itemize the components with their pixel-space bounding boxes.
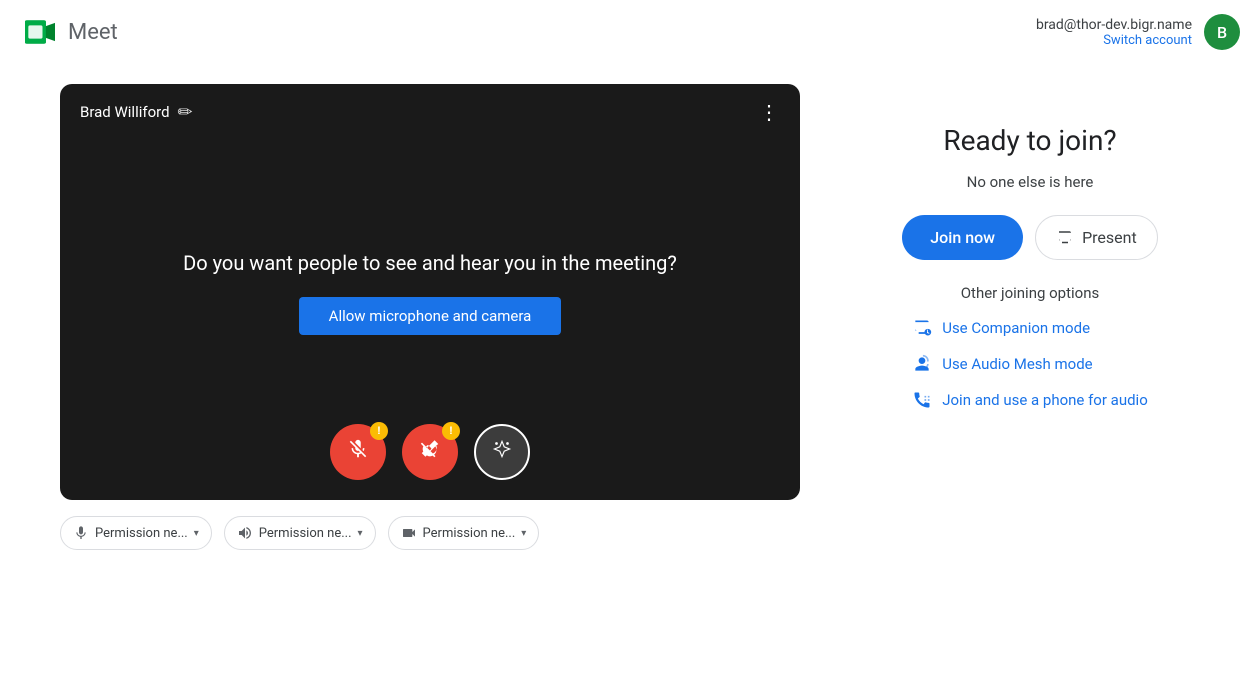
speaker-chevron-icon: ▾ bbox=[358, 528, 363, 539]
companion-mode-label: Use Companion mode bbox=[942, 319, 1090, 337]
phone-audio-icon bbox=[912, 390, 932, 410]
phone-audio-link[interactable]: Join and use a phone for audio bbox=[912, 390, 1148, 410]
speaker-permission-dropdown[interactable]: Permission ne... ▾ bbox=[224, 516, 376, 550]
companion-mode-link[interactable]: Use Companion mode bbox=[912, 318, 1090, 338]
join-row: Join now Present bbox=[902, 215, 1157, 260]
logo: Meet bbox=[20, 12, 118, 52]
audio-mesh-label: Use Audio Mesh mode bbox=[942, 355, 1092, 373]
other-options-title: Other joining options bbox=[961, 284, 1100, 302]
mic-small-icon bbox=[73, 525, 89, 541]
speaker-permission-label: Permission ne... bbox=[259, 526, 352, 541]
avatar[interactable]: B bbox=[1204, 14, 1240, 50]
mic-warning-badge: ! bbox=[370, 422, 388, 440]
permission-question: Do you want people to see and hear you i… bbox=[134, 249, 726, 277]
mic-permission-label: Permission ne... bbox=[95, 526, 188, 541]
username-text: Brad Williford bbox=[80, 103, 170, 121]
video-controls: ! ! bbox=[60, 424, 800, 480]
join-now-button[interactable]: Join now bbox=[902, 215, 1023, 260]
right-panel: Ready to join? No one else is here Join … bbox=[860, 84, 1200, 410]
mic-off-icon bbox=[347, 438, 369, 466]
camera-small-icon bbox=[401, 525, 417, 541]
present-label: Present bbox=[1082, 228, 1137, 247]
other-options: Use Companion mode Use Audio Mesh mode J… bbox=[912, 318, 1148, 410]
edit-name-icon[interactable]: ✏ bbox=[178, 102, 193, 123]
present-icon bbox=[1056, 229, 1074, 247]
camera-chevron-icon: ▾ bbox=[521, 528, 526, 539]
mic-chevron-icon: ▾ bbox=[194, 528, 199, 539]
video-preview: Brad Williford ✏ ⋮ Do you want people to… bbox=[60, 84, 800, 500]
logo-text: Meet bbox=[68, 20, 118, 45]
video-center-content: Do you want people to see and hear you i… bbox=[134, 249, 726, 335]
microphone-permission-dropdown[interactable]: Permission ne... ▾ bbox=[60, 516, 212, 550]
ready-title: Ready to join? bbox=[943, 124, 1116, 157]
effects-button[interactable] bbox=[474, 424, 530, 480]
microphone-button[interactable]: ! bbox=[330, 424, 386, 480]
phone-audio-label: Join and use a phone for audio bbox=[942, 391, 1148, 409]
allow-microphone-camera-button[interactable]: Allow microphone and camera bbox=[299, 297, 562, 335]
video-section: Brad Williford ✏ ⋮ Do you want people to… bbox=[60, 84, 800, 550]
camera-off-icon bbox=[419, 438, 441, 466]
account-section: brad@thor-dev.bigr.name Switch account B bbox=[1036, 14, 1240, 50]
camera-permission-dropdown[interactable]: Permission ne... ▾ bbox=[388, 516, 540, 550]
account-email: brad@thor-dev.bigr.name bbox=[1036, 17, 1192, 33]
video-header: Brad Williford ✏ ⋮ bbox=[60, 84, 800, 140]
video-more-menu[interactable]: ⋮ bbox=[759, 100, 780, 124]
camera-warning-badge: ! bbox=[442, 422, 460, 440]
camera-permission-label: Permission ne... bbox=[423, 526, 516, 541]
header: Meet brad@thor-dev.bigr.name Switch acco… bbox=[0, 0, 1260, 64]
present-button[interactable]: Present bbox=[1035, 215, 1158, 260]
audio-mesh-link[interactable]: Use Audio Mesh mode bbox=[912, 354, 1092, 374]
effects-icon bbox=[491, 438, 513, 466]
switch-account-link[interactable]: Switch account bbox=[1036, 33, 1192, 48]
companion-mode-icon bbox=[912, 318, 932, 338]
meet-logo-icon bbox=[20, 12, 60, 52]
camera-button[interactable]: ! bbox=[402, 424, 458, 480]
speaker-small-icon bbox=[237, 525, 253, 541]
audio-mesh-icon bbox=[912, 354, 932, 374]
permissions-row: Permission ne... ▾ Permission ne... ▾ Pe… bbox=[60, 516, 800, 550]
main-content: Brad Williford ✏ ⋮ Do you want people to… bbox=[0, 64, 1260, 570]
video-username-area: Brad Williford ✏ bbox=[80, 102, 193, 123]
no-one-text: No one else is here bbox=[967, 173, 1094, 191]
account-info: brad@thor-dev.bigr.name Switch account bbox=[1036, 17, 1192, 48]
